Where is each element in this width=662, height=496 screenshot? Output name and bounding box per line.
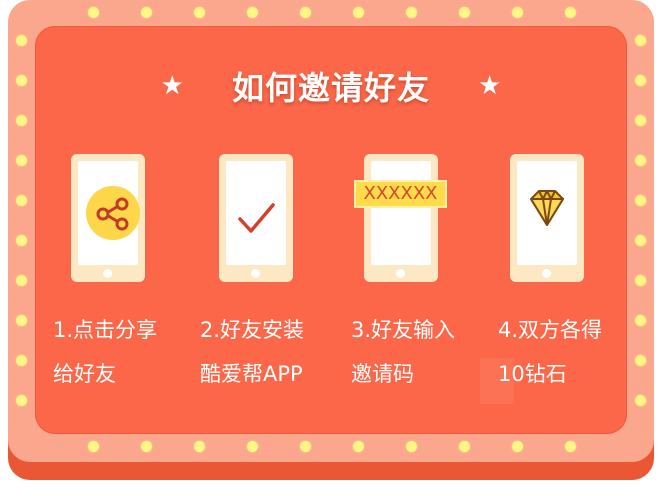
phone-screen — [78, 161, 140, 265]
marquee-bulb — [458, 6, 470, 18]
marquee-bulb — [15, 394, 27, 406]
marquee-bulb — [87, 6, 99, 18]
marquee-bulb — [634, 154, 646, 166]
step-2-phone — [219, 154, 293, 282]
star-icon-right: ★ — [478, 71, 502, 101]
diamond-icon — [530, 190, 564, 226]
page-title: 如何邀请好友 — [231, 69, 430, 107]
marquee-bulb — [405, 440, 417, 452]
marquee-bulb — [15, 274, 27, 286]
phone-home-button — [396, 269, 405, 278]
share-icon — [86, 186, 140, 240]
marquee-bulb — [15, 194, 27, 206]
marquee-bulb — [15, 74, 27, 86]
step-3-line-1: 3.好友输入 — [351, 318, 456, 342]
step-2-line-1: 2.好友安装 — [200, 318, 305, 342]
phone-screen — [517, 161, 577, 265]
marquee-bulb — [87, 440, 99, 452]
marquee-bulb — [634, 114, 646, 126]
star-icon-left: ★ — [160, 71, 184, 101]
step-1-caption: 1.点击分享 给好友 — [53, 308, 157, 396]
marquee-bulb — [246, 440, 258, 452]
step-4-phone — [510, 154, 584, 282]
step-3-caption: 3.好友输入 邀请码 — [351, 308, 455, 396]
marquee-bulb — [246, 6, 258, 18]
step-1-line-1: 1.点击分享 — [53, 318, 158, 342]
step-4-caption: 4.双方各得 10钻石 — [498, 308, 602, 396]
marquee-bulb — [299, 440, 311, 452]
marquee-bulb — [352, 440, 364, 452]
marquee-bulb — [140, 6, 152, 18]
marquee-bulb — [634, 394, 646, 406]
checkmark-icon — [238, 203, 275, 233]
marquee-bulb — [458, 440, 470, 452]
marquee-bulb — [15, 114, 27, 126]
marquee-bulb — [634, 314, 646, 326]
marquee-bulb — [564, 6, 576, 18]
marquee-bulb — [15, 154, 27, 166]
marquee-bulb — [634, 234, 646, 246]
marquee-bulb — [193, 6, 205, 18]
invite-code-badge: XXXXXX — [354, 180, 447, 208]
marquee-bulb — [634, 194, 646, 206]
step-1-phone — [71, 154, 145, 282]
marquee-bulb — [193, 440, 205, 452]
marquee-bulb — [634, 34, 646, 46]
marquee-bulb — [634, 274, 646, 286]
marquee-bulb — [511, 6, 523, 18]
title-row: ★ 如何邀请好友 ★ — [35, 66, 627, 107]
marquee-bulb — [15, 34, 27, 46]
marquee-bulb — [15, 234, 27, 246]
phone-screen — [226, 161, 286, 265]
step-3-line-2: 邀请码 — [351, 362, 414, 386]
step-2-caption: 2.好友安装 酷爱帮APP — [200, 308, 304, 396]
marquee-bulb — [15, 354, 27, 366]
marquee-bulb — [299, 6, 311, 18]
step-3-phone — [364, 154, 438, 282]
marquee-bulb — [634, 74, 646, 86]
step-4-line-1: 4.双方各得 — [498, 318, 603, 342]
phone-home-button — [251, 269, 260, 278]
marquee-bulb — [405, 6, 417, 18]
step-1-line-2: 给好友 — [53, 362, 116, 386]
marquee-bulb — [15, 314, 27, 326]
marquee-bulb — [634, 354, 646, 366]
phone-home-button — [542, 269, 551, 278]
phone-screen — [371, 161, 431, 265]
step-2-line-2: 酷爱帮APP — [200, 362, 303, 386]
marquee-bulb — [140, 440, 152, 452]
step-4-line-2: 10钻石 — [498, 362, 567, 386]
phone-home-button — [103, 269, 112, 278]
marquee-bulb — [352, 6, 364, 18]
marquee-bulb — [564, 440, 576, 452]
marquee-bulb — [511, 440, 523, 452]
